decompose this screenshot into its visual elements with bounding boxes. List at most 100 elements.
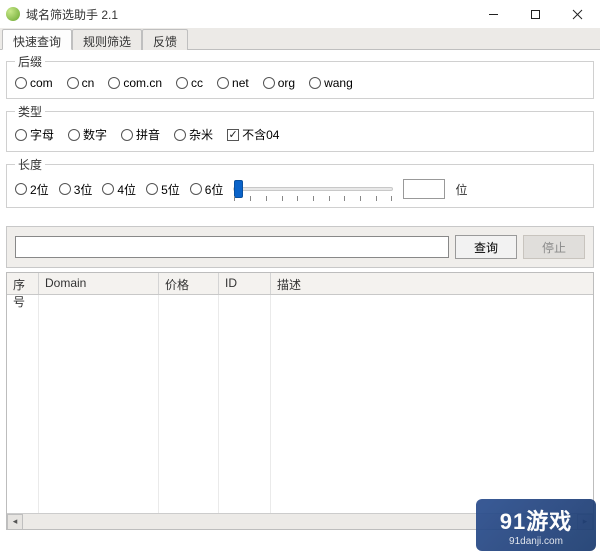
radio-icon	[108, 77, 120, 89]
length-option-3[interactable]: 3位	[59, 181, 93, 198]
query-input[interactable]	[15, 236, 449, 258]
window-controls	[472, 1, 598, 27]
close-button[interactable]	[556, 1, 598, 27]
col-label: 序号	[13, 278, 25, 309]
col-label: Domain	[45, 276, 86, 290]
option-label: 拼音	[136, 126, 160, 143]
query-button[interactable]: 查询	[455, 235, 517, 259]
col-label: 描述	[277, 278, 301, 292]
type-option-pinyin[interactable]: 拼音	[121, 126, 160, 143]
grid-header: 序号 Domain 价格 ID 描述	[7, 273, 593, 295]
stop-button[interactable]: 停止	[523, 235, 585, 259]
suffix-option-comcn[interactable]: com.cn	[108, 76, 162, 90]
radio-icon	[174, 129, 186, 141]
length-option-2[interactable]: 2位	[15, 181, 49, 198]
radio-icon	[15, 183, 27, 195]
col-seq[interactable]: 序号	[7, 273, 39, 294]
tab-quick-query[interactable]: 快速查询	[2, 29, 72, 50]
option-label: net	[232, 76, 249, 90]
option-label: 不含04	[242, 126, 279, 143]
option-label: 4位	[117, 181, 136, 198]
option-label: org	[278, 76, 295, 90]
type-legend: 类型	[15, 103, 45, 120]
suffix-option-net[interactable]: net	[217, 76, 249, 90]
type-option-numbers[interactable]: 数字	[68, 126, 107, 143]
col-id[interactable]: ID	[219, 273, 271, 294]
option-label: com	[30, 76, 53, 90]
window-title: 域名筛选助手 2.1	[26, 6, 472, 23]
radio-icon	[121, 129, 133, 141]
option-label: 6位	[205, 181, 224, 198]
minimize-button[interactable]	[472, 1, 514, 27]
length-group: 长度 2位 3位 4位 5位 6位 位	[6, 156, 594, 208]
col-label: ID	[225, 276, 237, 290]
type-options: 字母 数字 拼音 杂米 不含04	[15, 124, 585, 143]
length-unit: 位	[455, 181, 467, 198]
radio-icon	[15, 129, 27, 141]
option-label: com.cn	[123, 76, 162, 90]
radio-icon	[217, 77, 229, 89]
length-options: 2位 3位 4位 5位 6位 位	[15, 177, 585, 199]
suffix-option-com[interactable]: com	[15, 76, 53, 90]
tab-label: 规则筛选	[83, 35, 131, 49]
tab-rule-filter[interactable]: 规则筛选	[72, 29, 142, 50]
query-bar: 查询 停止	[6, 226, 594, 268]
length-slider[interactable]	[233, 187, 393, 191]
app-icon	[6, 7, 20, 21]
option-label: 3位	[74, 181, 93, 198]
results-grid: 序号 Domain 价格 ID 描述 ◂ ▸	[6, 272, 594, 530]
option-label: 数字	[83, 126, 107, 143]
radio-icon	[67, 77, 79, 89]
radio-icon	[263, 77, 275, 89]
suffix-group: 后缀 com cn com.cn cc net org wang	[6, 53, 594, 99]
grid-body	[7, 295, 593, 513]
length-option-6[interactable]: 6位	[190, 181, 224, 198]
tab-label: 反馈	[153, 35, 177, 49]
radio-icon	[190, 183, 202, 195]
tab-feedback[interactable]: 反馈	[142, 29, 188, 50]
option-label: 5位	[161, 181, 180, 198]
length-value-input[interactable]	[403, 179, 445, 199]
suffix-option-cc[interactable]: cc	[176, 76, 203, 90]
radio-icon	[102, 183, 114, 195]
option-label: wang	[324, 76, 353, 90]
option-label: cc	[191, 76, 203, 90]
suffix-options: com cn com.cn cc net org wang	[15, 74, 585, 90]
suffix-option-cn[interactable]: cn	[67, 76, 95, 90]
col-price[interactable]: 价格	[159, 273, 219, 294]
option-label: 杂米	[189, 126, 213, 143]
button-label: 停止	[542, 239, 566, 256]
type-group: 类型 字母 数字 拼音 杂米 不含04	[6, 103, 594, 152]
length-legend: 长度	[15, 156, 45, 173]
option-label: 字母	[30, 126, 54, 143]
suffix-option-org[interactable]: org	[263, 76, 295, 90]
tab-content: 后缀 com cn com.cn cc net org wang 类型 字母 数…	[0, 50, 600, 218]
tab-bar: 快速查询 规则筛选 反馈	[0, 28, 600, 50]
slider-ticks	[234, 196, 392, 202]
checkbox-icon	[227, 129, 239, 141]
maximize-button[interactable]	[514, 1, 556, 27]
length-option-4[interactable]: 4位	[102, 181, 136, 198]
watermark-title: 91游戏	[500, 504, 572, 536]
suffix-legend: 后缀	[15, 53, 45, 70]
col-desc[interactable]: 描述	[271, 273, 593, 294]
title-bar: 域名筛选助手 2.1	[0, 0, 600, 28]
tab-label: 快速查询	[13, 35, 61, 49]
type-option-letters[interactable]: 字母	[15, 126, 54, 143]
watermark-badge: 91游戏 91danji.com	[476, 499, 596, 551]
type-exclude-04-checkbox[interactable]: 不含04	[227, 126, 279, 143]
radio-icon	[309, 77, 321, 89]
radio-icon	[176, 77, 188, 89]
col-domain[interactable]: Domain	[39, 273, 159, 294]
option-label: cn	[82, 76, 95, 90]
option-label: 2位	[30, 181, 49, 198]
radio-icon	[68, 129, 80, 141]
radio-icon	[59, 183, 71, 195]
type-option-mixed[interactable]: 杂米	[174, 126, 213, 143]
length-option-5[interactable]: 5位	[146, 181, 180, 198]
suffix-option-wang[interactable]: wang	[309, 76, 353, 90]
radio-icon	[146, 183, 158, 195]
scroll-left-icon[interactable]: ◂	[7, 514, 23, 530]
col-label: 价格	[165, 278, 189, 292]
watermark-url: 91danji.com	[509, 536, 563, 547]
